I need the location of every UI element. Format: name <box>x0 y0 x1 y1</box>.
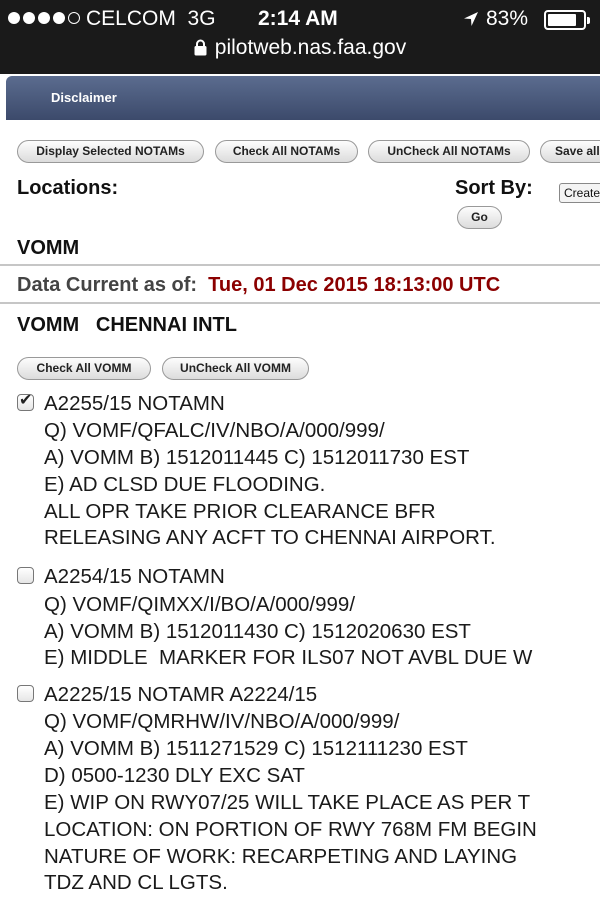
clock: 2:14 AM <box>258 7 338 30</box>
notam-line: A) VOMM B) 1512011445 C) 1512011730 EST <box>44 446 470 469</box>
url-text: pilotweb.nas.faa.gov <box>214 36 407 59</box>
data-current-timestamp: Tue, 01 Dec 2015 18:13:00 UTC <box>208 274 501 296</box>
notam-line: D) 0500-1230 DLY EXC SAT <box>44 764 305 787</box>
signal-dot <box>38 12 50 24</box>
notam-line: A) VOMM B) 1512011430 C) 1512020630 EST <box>44 620 471 643</box>
signal-dot-empty <box>68 12 80 24</box>
signal-strength-icon <box>8 12 80 24</box>
notam-line: E) MIDDLE MARKER FOR ILS07 NOT AVBL DUE … <box>44 646 533 669</box>
lock-icon <box>194 39 207 56</box>
notam-checkbox[interactable] <box>17 567 34 584</box>
notam-line: NATURE OF WORK: RECARPETING AND LAYING <box>44 845 518 868</box>
data-current-row: Data Current as of: Tue, 01 Dec 2015 18:… <box>17 274 500 297</box>
battery-icon <box>544 10 590 30</box>
carrier-label: CELCOM 3G <box>86 7 216 30</box>
battery-percent: 83% <box>486 7 529 30</box>
go-button[interactable]: Go <box>457 206 502 229</box>
notam-checkbox[interactable]: ✔ <box>17 392 34 411</box>
signal-dot <box>23 12 35 24</box>
disclaimer-link[interactable]: Disclaimer <box>51 90 117 105</box>
notam-line: ALL OPR TAKE PRIOR CLEARANCE BFR <box>44 500 436 523</box>
divider <box>0 264 600 266</box>
notam-line: E) WIP ON RWY07/25 WILL TAKE PLACE AS PE… <box>44 791 531 814</box>
notam-line: Q) VOMF/QFALC/IV/NBO/A/000/999/ <box>44 419 385 442</box>
check-all-notams-button[interactable]: Check All NOTAMs <box>215 140 358 163</box>
uncheck-all-vomm-button[interactable]: UnCheck All VOMM <box>162 357 309 380</box>
notam-line: Q) VOMF/QIMXX/I/BO/A/000/999/ <box>44 593 356 616</box>
checkmark-icon: ✔ <box>19 392 33 409</box>
disclaimer-bar: Disclaimer <box>6 76 600 120</box>
notam-line: RELEASING ANY ACFT TO CHENNAI AIRPORT. <box>44 526 496 549</box>
display-selected-notams-button[interactable]: Display Selected NOTAMs <box>17 140 204 163</box>
airport-code: VOMM <box>17 314 80 336</box>
battery-fill <box>548 14 577 26</box>
signal-dot <box>8 12 20 24</box>
notam-line: Q) VOMF/QMRHW/IV/NBO/A/000/999/ <box>44 710 400 733</box>
data-current-label: Data Current as of: <box>17 274 198 296</box>
location-arrow-icon <box>464 12 478 26</box>
save-all-button[interactable]: Save all <box>540 140 600 163</box>
location-code: VOMM <box>17 237 80 259</box>
notam-line: LOCATION: ON PORTION OF RWY 768M FM BEGI… <box>44 818 537 841</box>
notam-checkbox[interactable] <box>17 685 34 702</box>
notam-id: A2254/15 NOTAMN <box>44 565 225 588</box>
notam-id: A2225/15 NOTAMR A2224/15 <box>44 683 318 706</box>
notam-line: TDZ AND CL LGTS. <box>44 871 228 894</box>
airport-heading: VOMM CHENNAI INTL <box>17 314 237 337</box>
notam-line: A) VOMM B) 1511271529 C) 1512111230 EST <box>44 737 468 760</box>
sort-by-select[interactable]: Create <box>559 183 600 203</box>
battery-nub <box>587 17 590 24</box>
network-type: 3G <box>187 7 216 30</box>
ios-status-bar: CELCOM 3G 2:14 AM 83% pilotweb.nas.faa.g… <box>0 0 600 74</box>
divider <box>0 302 600 304</box>
notam-id: A2255/15 NOTAMN <box>44 392 225 415</box>
locations-label: Locations: <box>17 177 119 199</box>
status-row: CELCOM 3G 2:14 AM 83% <box>0 0 600 38</box>
sort-by-label: Sort By: <box>455 177 533 199</box>
airport-name: CHENNAI INTL <box>95 314 237 336</box>
notam-line: E) AD CLSD DUE FLOODING. <box>44 473 326 496</box>
check-all-vomm-button[interactable]: Check All VOMM <box>17 357 151 380</box>
uncheck-all-notams-button[interactable]: UnCheck All NOTAMs <box>368 140 530 163</box>
signal-dot <box>53 12 65 24</box>
address-bar[interactable]: pilotweb.nas.faa.gov <box>0 36 600 66</box>
